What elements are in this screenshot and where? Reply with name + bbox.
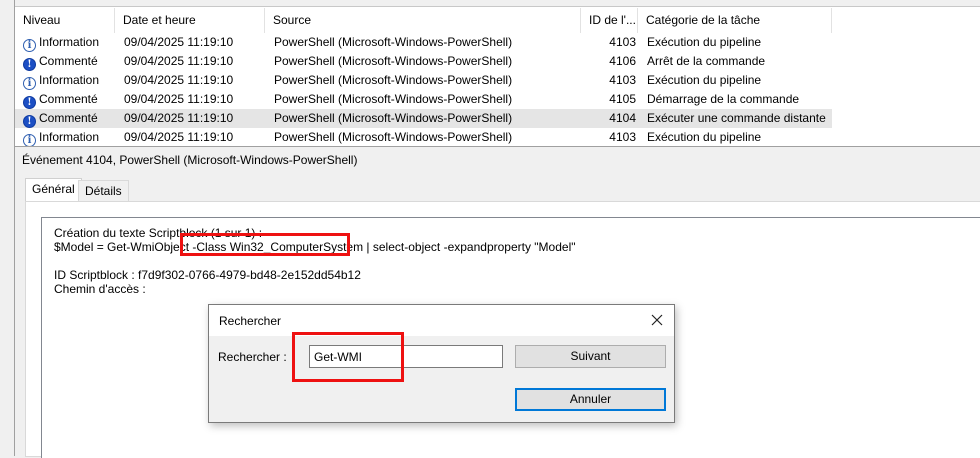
verbose-icon: ! bbox=[23, 115, 36, 128]
scriptblock-id-line: ID Scriptblock : f7d9f302-0766-4979-bd48… bbox=[54, 268, 361, 282]
close-icon[interactable] bbox=[646, 309, 668, 331]
event-category: Exécution du pipeline bbox=[647, 130, 762, 144]
event-row[interactable]: i Information 09/04/2025 11:19:10 PowerShel… bbox=[15, 33, 980, 52]
event-date: 09/04/2025 11:19:10 bbox=[124, 73, 234, 87]
event-source: PowerShell (Microsoft-Windows-PowerShell… bbox=[274, 130, 513, 144]
column-header-date[interactable]: Date et heure bbox=[115, 8, 265, 33]
event-details-title: Événement 4104, PowerShell (Microsoft-Wi… bbox=[22, 153, 358, 167]
find-dialog: Rechercher Rechercher : Suivant Annuler bbox=[208, 304, 675, 423]
find-next-button[interactable]: Suivant bbox=[515, 345, 666, 368]
message-line-2-prefix: $Model = Get-WmiObject bbox=[54, 240, 193, 254]
event-category: Arrêt de la commande bbox=[647, 54, 766, 68]
tab-general[interactable]: Général bbox=[25, 178, 82, 202]
tab-details[interactable]: Détails bbox=[78, 180, 129, 202]
event-category: Exécuter une commande distante bbox=[647, 111, 826, 125]
event-category: Démarrage de la commande bbox=[647, 92, 800, 106]
event-level: i Information bbox=[23, 33, 123, 52]
event-date: 09/04/2025 11:19:10 bbox=[124, 35, 234, 49]
event-id: 4103 bbox=[609, 35, 636, 49]
event-source: PowerShell (Microsoft-Windows-PowerShell… bbox=[274, 35, 513, 49]
event-source: PowerShell (Microsoft-Windows-PowerShell… bbox=[274, 73, 513, 87]
verbose-icon: ! bbox=[23, 96, 36, 109]
cancel-button[interactable]: Annuler bbox=[515, 388, 666, 411]
verbose-icon: ! bbox=[23, 58, 36, 71]
column-header-level[interactable]: Niveau bbox=[15, 8, 115, 33]
event-level: ! Commenté bbox=[23, 52, 123, 71]
event-row[interactable]: i Information 09/04/2025 11:19:10 PowerShel… bbox=[15, 128, 980, 146]
event-row[interactable]: i Information 09/04/2025 11:19:10 PowerShel… bbox=[15, 71, 980, 90]
event-level: ! Commenté bbox=[23, 90, 123, 109]
list-header: Niveau Date et heure Source ID de l'... … bbox=[15, 8, 980, 33]
event-id: 4105 bbox=[609, 92, 636, 106]
event-level-text: Commenté bbox=[39, 54, 98, 68]
event-level: ! Commenté bbox=[23, 109, 123, 128]
highlight-box-class bbox=[180, 233, 350, 256]
event-level-text: Commenté bbox=[39, 92, 98, 106]
event-id: 4103 bbox=[609, 130, 636, 144]
message-line-2-suffix: | select-object -expandproperty "Model" bbox=[363, 240, 576, 254]
find-dialog-title: Rechercher bbox=[219, 314, 282, 328]
column-header-category[interactable]: Catégorie de la tâche bbox=[638, 8, 832, 33]
highlight-box-search bbox=[292, 332, 404, 382]
information-icon: i bbox=[23, 77, 36, 90]
event-id: 4106 bbox=[609, 54, 636, 68]
event-date: 09/04/2025 11:19:10 bbox=[124, 54, 234, 68]
event-level-text: Information bbox=[39, 35, 100, 49]
event-level-text: Commenté bbox=[39, 111, 98, 125]
find-label: Rechercher : bbox=[218, 350, 287, 364]
event-row[interactable]: ! Commenté 09/04/2025 11:19:10 PowerShell (… bbox=[15, 109, 832, 128]
event-id: 4103 bbox=[609, 73, 636, 87]
path-line: Chemin d'accès : bbox=[54, 282, 146, 296]
information-icon: i bbox=[23, 39, 36, 52]
event-level: i Information bbox=[23, 71, 123, 90]
information-icon: i bbox=[23, 134, 36, 146]
event-date: 09/04/2025 11:19:10 bbox=[124, 92, 234, 106]
column-header-source[interactable]: Source bbox=[265, 8, 581, 33]
event-date: 09/04/2025 11:19:10 bbox=[124, 130, 234, 144]
event-date: 09/04/2025 11:19:10 bbox=[124, 111, 234, 125]
event-list[interactable]: Niveau Date et heure Source ID de l'... … bbox=[14, 0, 980, 146]
event-level-text: Information bbox=[39, 130, 100, 144]
event-row[interactable]: ! Commenté 09/04/2025 11:19:10 PowerShell (… bbox=[15, 90, 980, 109]
event-row[interactable]: ! Commenté 09/04/2025 11:19:10 PowerShell (… bbox=[15, 52, 980, 71]
event-id: 4104 bbox=[609, 111, 636, 125]
event-level-text: Information bbox=[39, 73, 100, 87]
event-category: Exécution du pipeline bbox=[647, 35, 762, 49]
column-header-id[interactable]: ID de l'... bbox=[581, 8, 638, 33]
event-level: i Information bbox=[23, 128, 123, 146]
find-dialog-titlebar: Rechercher bbox=[209, 305, 674, 336]
event-source: PowerShell (Microsoft-Windows-PowerShell… bbox=[274, 54, 513, 68]
event-source: PowerShell (Microsoft-Windows-PowerShell… bbox=[274, 92, 513, 106]
event-source: PowerShell (Microsoft-Windows-PowerShell… bbox=[274, 111, 513, 125]
list-top-edge bbox=[15, 0, 980, 7]
event-category: Exécution du pipeline bbox=[647, 73, 762, 87]
